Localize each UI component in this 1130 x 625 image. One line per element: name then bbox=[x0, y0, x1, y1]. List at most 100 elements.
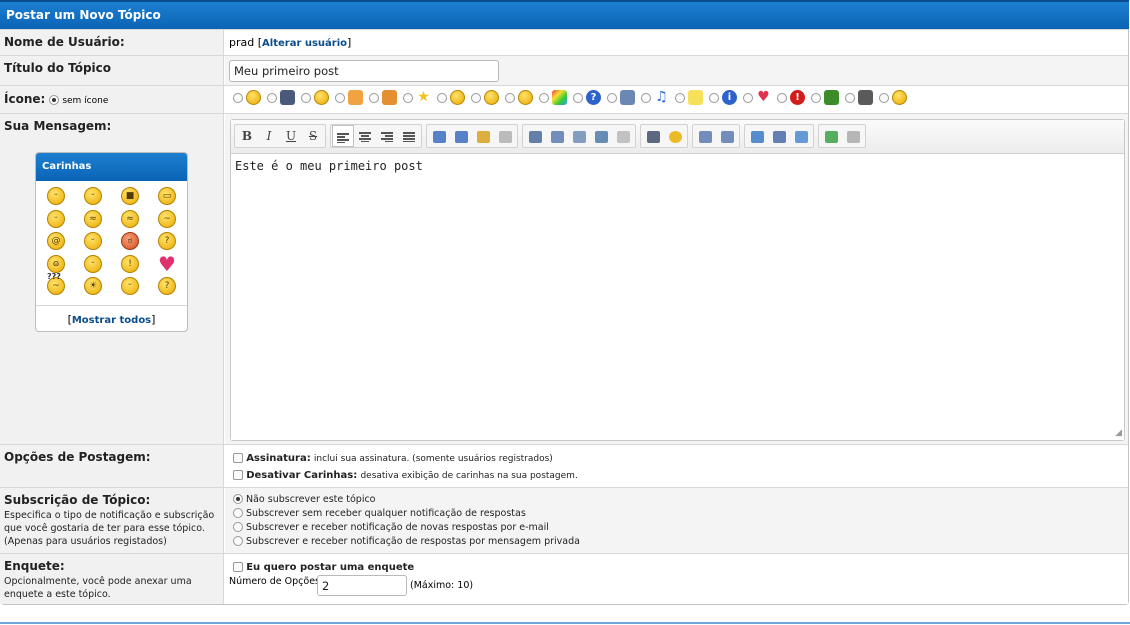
smiley-item[interactable]: ≈ bbox=[121, 209, 139, 228]
font-size-button[interactable] bbox=[450, 125, 472, 147]
thumbs-up-icon bbox=[348, 90, 363, 105]
code-button[interactable] bbox=[768, 125, 790, 147]
icon-choice bbox=[811, 90, 839, 105]
smiley-item[interactable]: ᵕ bbox=[84, 232, 102, 250]
smiley-item[interactable]: ɷ bbox=[47, 254, 65, 273]
smiley-item[interactable]: ■ bbox=[121, 187, 139, 205]
smiley-item[interactable]: ☀ bbox=[84, 277, 102, 295]
icon-choice bbox=[471, 90, 499, 105]
icon-radio[interactable] bbox=[675, 92, 685, 103]
icon-radio[interactable] bbox=[879, 92, 889, 103]
source-button[interactable] bbox=[820, 125, 842, 147]
subscription-radio[interactable] bbox=[233, 508, 243, 518]
no-icon-radio[interactable] bbox=[48, 95, 59, 105]
spoiler-button[interactable] bbox=[790, 125, 812, 147]
align-center-button[interactable] bbox=[354, 125, 376, 147]
disable-smilies-checkbox[interactable] bbox=[233, 470, 243, 480]
smiley-item[interactable]: ᵕ bbox=[84, 254, 102, 273]
link-button[interactable] bbox=[590, 125, 612, 147]
video-icon bbox=[646, 130, 660, 143]
show-all-smilies-link[interactable]: Mostrar todos bbox=[72, 315, 151, 326]
resize-grip-icon[interactable]: ◢ bbox=[1115, 428, 1122, 438]
bullet-list-button[interactable] bbox=[694, 125, 716, 147]
icon-radio[interactable] bbox=[607, 92, 617, 103]
icon-radio[interactable] bbox=[301, 92, 311, 103]
horizontal-rule-button[interactable] bbox=[524, 125, 546, 147]
smiley-item[interactable]: ᵕ bbox=[47, 209, 65, 228]
icon-radio[interactable] bbox=[471, 92, 481, 103]
post-icon-list: ★? ♫ i ♥! bbox=[233, 90, 913, 105]
poll-enable-checkbox[interactable] bbox=[233, 562, 243, 572]
smiley-item[interactable]: ᵕ bbox=[84, 187, 102, 205]
subscription-radio[interactable] bbox=[233, 522, 243, 532]
color-icon bbox=[476, 130, 490, 143]
subscription-option-label: Subscrever e receber notificação de resp… bbox=[246, 536, 580, 547]
align-right-button[interactable] bbox=[376, 125, 398, 147]
icon-radio[interactable] bbox=[335, 92, 345, 103]
icon-radio[interactable] bbox=[811, 92, 821, 103]
change-user-link[interactable]: Alterar usuário bbox=[262, 38, 347, 49]
emoticon-button[interactable] bbox=[664, 125, 686, 147]
new-page-button[interactable] bbox=[842, 125, 864, 147]
smiley-item[interactable]: ≈ bbox=[84, 209, 102, 228]
numbered-list-button[interactable] bbox=[716, 125, 738, 147]
smiley-item[interactable]: ? bbox=[158, 232, 176, 250]
icon-radio[interactable] bbox=[437, 92, 447, 103]
icon-radio[interactable] bbox=[505, 92, 515, 103]
smiley-item[interactable]: ? bbox=[158, 277, 176, 295]
poll-options-cell: Eu quero postar uma enquete Número de Op… bbox=[225, 554, 1128, 604]
quote-button[interactable] bbox=[746, 125, 768, 147]
icon-radio[interactable] bbox=[777, 92, 787, 103]
icon-radio[interactable] bbox=[539, 92, 549, 103]
subscription-radio[interactable] bbox=[233, 494, 243, 504]
icon-radio[interactable] bbox=[403, 92, 413, 103]
poll-options-input[interactable] bbox=[317, 575, 407, 596]
table-button[interactable] bbox=[546, 125, 568, 147]
unlink-button[interactable] bbox=[612, 125, 634, 147]
video-button[interactable] bbox=[642, 125, 664, 147]
color-button[interactable] bbox=[472, 125, 494, 147]
message-row: Sua Mensagem: Carinhas ᵕ ᵕ ■ ▭ ᵕ ≈ ≈ ~ @ ᵕ ಠ? ɷ ᵕ! ♥ ~… bbox=[0, 113, 1128, 444]
icon-radio[interactable] bbox=[641, 92, 651, 103]
smiley-item[interactable]: ~ bbox=[158, 209, 176, 228]
icon-choice: ♥ bbox=[743, 90, 771, 105]
remove-format-button[interactable] bbox=[494, 125, 516, 147]
icon-radio[interactable] bbox=[573, 92, 583, 103]
font-button[interactable] bbox=[428, 125, 450, 147]
smiley-item[interactable]: ! bbox=[121, 254, 139, 273]
smiley-item[interactable]: ᵕ bbox=[121, 277, 139, 295]
smiley-item[interactable]: ಠ bbox=[121, 232, 139, 250]
icon-radio[interactable] bbox=[233, 92, 243, 103]
message-textarea[interactable]: Este é o meu primeiro post bbox=[231, 154, 1124, 440]
bold-button[interactable]: B bbox=[236, 125, 258, 147]
smile-icon bbox=[246, 90, 261, 105]
icon-radio[interactable] bbox=[369, 92, 379, 103]
underline-button[interactable]: U bbox=[280, 125, 302, 147]
smiley-item[interactable]: ♥ bbox=[158, 254, 176, 274]
signature-checkbox[interactable] bbox=[233, 453, 243, 463]
topic-title-input[interactable] bbox=[229, 60, 499, 82]
clapperboard-icon bbox=[858, 90, 873, 105]
italic-button[interactable]: I bbox=[258, 125, 280, 147]
justify-button[interactable] bbox=[398, 125, 420, 147]
poll-label-cell: Enquete: Opcionalmente, você pode anexar… bbox=[0, 554, 224, 604]
spoiler-icon bbox=[794, 130, 808, 143]
align-left-button[interactable] bbox=[332, 125, 354, 147]
title-row: Título do Tópico bbox=[0, 55, 1128, 85]
smiley-item[interactable]: @ bbox=[47, 232, 65, 250]
strikethrough-button[interactable]: S bbox=[302, 125, 324, 147]
email-button[interactable] bbox=[568, 125, 590, 147]
smiley-icon: ≈ bbox=[84, 209, 102, 228]
icon-radio[interactable] bbox=[267, 92, 277, 103]
grin-icon bbox=[314, 90, 329, 105]
exclamation-icon: ! bbox=[790, 90, 805, 105]
icon-radio[interactable] bbox=[743, 92, 753, 103]
smiley-item[interactable]: ᵕ bbox=[47, 187, 65, 205]
icon-radio[interactable] bbox=[709, 92, 719, 103]
font-size-icon bbox=[454, 130, 468, 143]
smiley-item[interactable]: ▭ bbox=[158, 187, 176, 205]
justify-icon bbox=[403, 131, 415, 142]
icon-radio[interactable] bbox=[845, 92, 855, 103]
poll-count-line: Número de Opções: bbox=[229, 576, 323, 587]
subscription-radio[interactable] bbox=[233, 536, 243, 546]
